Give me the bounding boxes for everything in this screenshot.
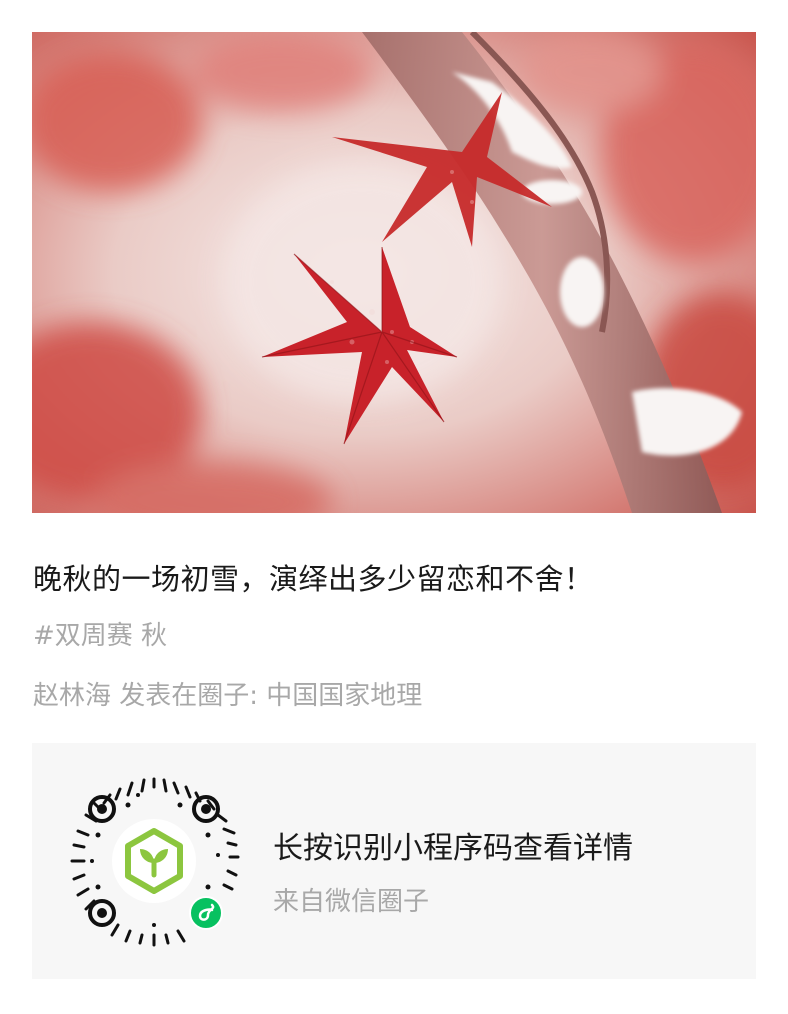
mini-program-text: 长按识别小程序码查看详情 来自微信圈子 bbox=[273, 823, 633, 918]
mini-program-qr-icon[interactable] bbox=[68, 775, 240, 947]
maple-leaves-snow-photo bbox=[32, 32, 756, 513]
topic-tag[interactable]: #双周赛 秋 bbox=[33, 615, 167, 652]
mini-program-source-text: 来自微信圈子 bbox=[273, 887, 430, 917]
author-circle-line[interactable]: 赵林海 发表在圈子: 中国国家地理 bbox=[33, 675, 422, 712]
mini-program-main-text: 长按识别小程序码查看详情 bbox=[273, 831, 633, 866]
mini-program-card[interactable]: 长按识别小程序码查看详情 来自微信圈子 bbox=[32, 743, 756, 979]
post-page: 晚秋的一场初雪，演绎出多少留恋和不舍！ #双周赛 秋 赵林海 发表在圈子: 中国… bbox=[0, 0, 788, 1014]
post-photo[interactable] bbox=[32, 32, 756, 513]
post-title: 晚秋的一场初雪，演绎出多少留恋和不舍！ bbox=[33, 562, 594, 596]
